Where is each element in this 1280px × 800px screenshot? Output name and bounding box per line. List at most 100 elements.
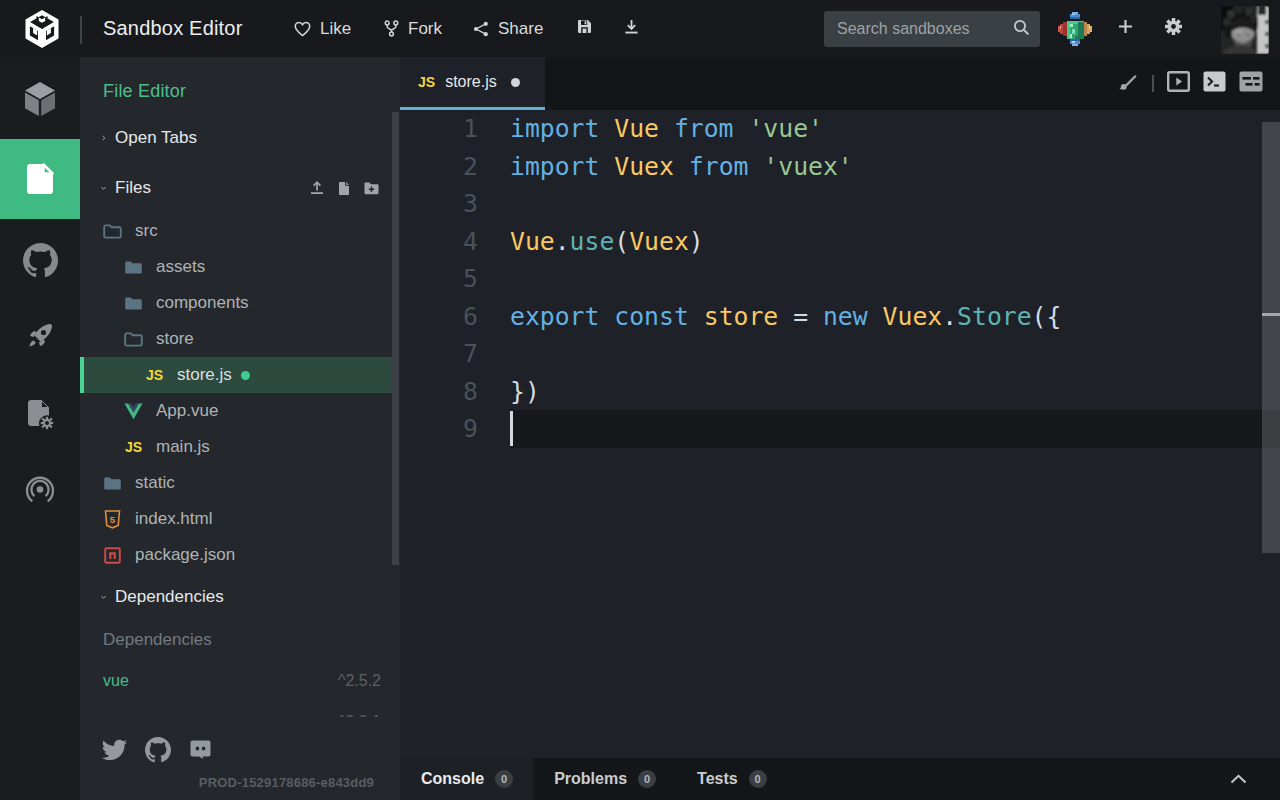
panel-expand-button[interactable] [1230,758,1247,800]
chevron-right-icon [80,132,106,144]
tree-item-label: main.js [156,437,210,457]
tree-item-components[interactable]: components [80,285,393,321]
section-files[interactable]: Files [80,170,393,206]
js-icon: JS [418,74,435,90]
search-input[interactable] [824,20,1009,38]
file-icon [26,163,54,195]
tree-item-main-js[interactable]: JS main.js [80,429,393,465]
activity-item-live[interactable] [0,461,80,521]
activity-bar [0,57,80,800]
console-icon[interactable] [1203,71,1226,96]
sidebar-scrollbar[interactable] [392,112,399,565]
new-folder-icon[interactable] [364,182,379,195]
line-number: 2 [400,148,478,186]
editor-tabbar: JS store.js [400,57,1280,110]
chevron-up-icon [1230,770,1247,788]
save-button[interactable] [577,0,592,57]
editor: JS store.js 123456789 import Vue from 'v… [400,57,1280,800]
dependencies-label: Dependencies [103,630,212,650]
count-badge: 0 [638,770,656,788]
sidebar-footer: PROD-1529178686-e843dd9 [80,717,393,800]
section-open-tabs[interactable]: Open Tabs [80,120,393,156]
activity-item-rocket[interactable] [0,306,80,366]
panel-tab-problems[interactable]: Problems 0 [533,758,676,800]
chevron-down-icon [80,182,106,194]
twitter-icon[interactable] [101,739,128,762]
code-line-2: import Vuex from 'vuex' [510,148,853,186]
panel-tab-label: Problems [554,770,627,788]
live-icon [24,475,56,507]
share-button[interactable]: Share [473,0,543,57]
panel-tab-label: Console [421,770,484,788]
prettify-icon[interactable] [1117,71,1139,97]
tree-item-label: static [135,473,175,493]
patron-badge-icon[interactable] [1058,0,1092,57]
js-icon: JS [124,438,143,457]
codesandbox-logo[interactable] [22,9,62,49]
discord-icon[interactable] [188,738,213,763]
tree-item-index-html[interactable]: 5index.html [80,501,393,537]
chevron-down-icon [80,591,106,603]
code-line-8: }) [510,373,540,411]
line-number: 3 [400,185,478,223]
tree-item-label: App.vue [156,401,218,421]
folder-open-icon [103,222,122,241]
upload-icon[interactable] [310,181,324,195]
code-editor[interactable]: 123456789 import Vue from 'vue'import Vu… [400,110,1280,758]
current-line-highlight [510,410,1280,448]
sidebar: File Editor Open Tabs Files srcassetscom… [80,57,400,800]
download-button[interactable] [624,0,639,57]
tree-item-package-json[interactable]: package.json [80,537,393,573]
rocket-icon [24,320,56,352]
editor-scrollbar[interactable] [1262,122,1280,553]
app-title: Sandbox Editor [103,0,243,57]
panel-tab-tests[interactable]: Tests0 [676,758,787,800]
settings-button[interactable] [1165,0,1182,57]
fork-button[interactable]: Fork [384,0,442,57]
activity-item-file[interactable] [0,139,80,219]
section-dependencies[interactable]: Dependencies [80,579,393,615]
build-id: PROD-1529178686-e843dd9 [199,775,374,790]
tree-item-store-js[interactable]: JSstore.js [80,357,393,393]
tree-item-store[interactable]: store [80,321,393,357]
line-number: 1 [400,110,478,148]
activity-item-github[interactable] [0,230,80,290]
code-line-6: export const store = new Vuex.Store({ [510,298,1061,336]
github-icon[interactable] [145,737,171,763]
new-file-icon[interactable] [338,181,350,196]
tree-item-label: components [156,293,249,313]
tree-item-assets[interactable]: assets [80,249,393,285]
tree-item-src[interactable]: src [80,213,393,249]
dependencies-section-label: Dependencies [115,587,224,607]
folder-icon [103,474,122,493]
activity-item-cube[interactable] [0,69,80,129]
line-number: 9 [400,410,478,448]
search-icon[interactable] [1013,19,1030,40]
tree-item-label: store.js [177,365,232,385]
user-avatar[interactable] [1221,6,1269,54]
preview-icon[interactable] [1167,71,1190,96]
count-badge: 0 [495,770,513,788]
tree-item-label: package.json [135,545,235,565]
activity-item-file-gear[interactable] [0,385,80,445]
header-divider [80,16,82,44]
files-label: Files [115,178,151,198]
tree-item-App-vue[interactable]: App.vue [80,393,393,429]
like-button[interactable]: Like [294,0,351,57]
plus-icon [1118,19,1133,38]
new-sandbox-button[interactable] [1118,0,1133,57]
panel-tab-console[interactable]: Console 0 [400,758,533,800]
share-label: Share [498,19,543,39]
tree-item-static[interactable]: static [80,465,393,501]
tests-icon[interactable] [1239,71,1263,96]
dependency-row[interactable]: vue^2.5.2 [103,672,381,690]
save-icon [577,19,592,38]
unsaved-dot-icon [241,371,250,380]
dependency-name[interactable]: vue [103,672,129,690]
count-badge: 0 [749,770,767,788]
html-icon: 5 [103,510,122,529]
line-number: 5 [400,260,478,298]
tab-store-js[interactable]: JS store.js [400,57,545,110]
folder-icon [124,294,143,313]
line-number: 8 [400,373,478,411]
